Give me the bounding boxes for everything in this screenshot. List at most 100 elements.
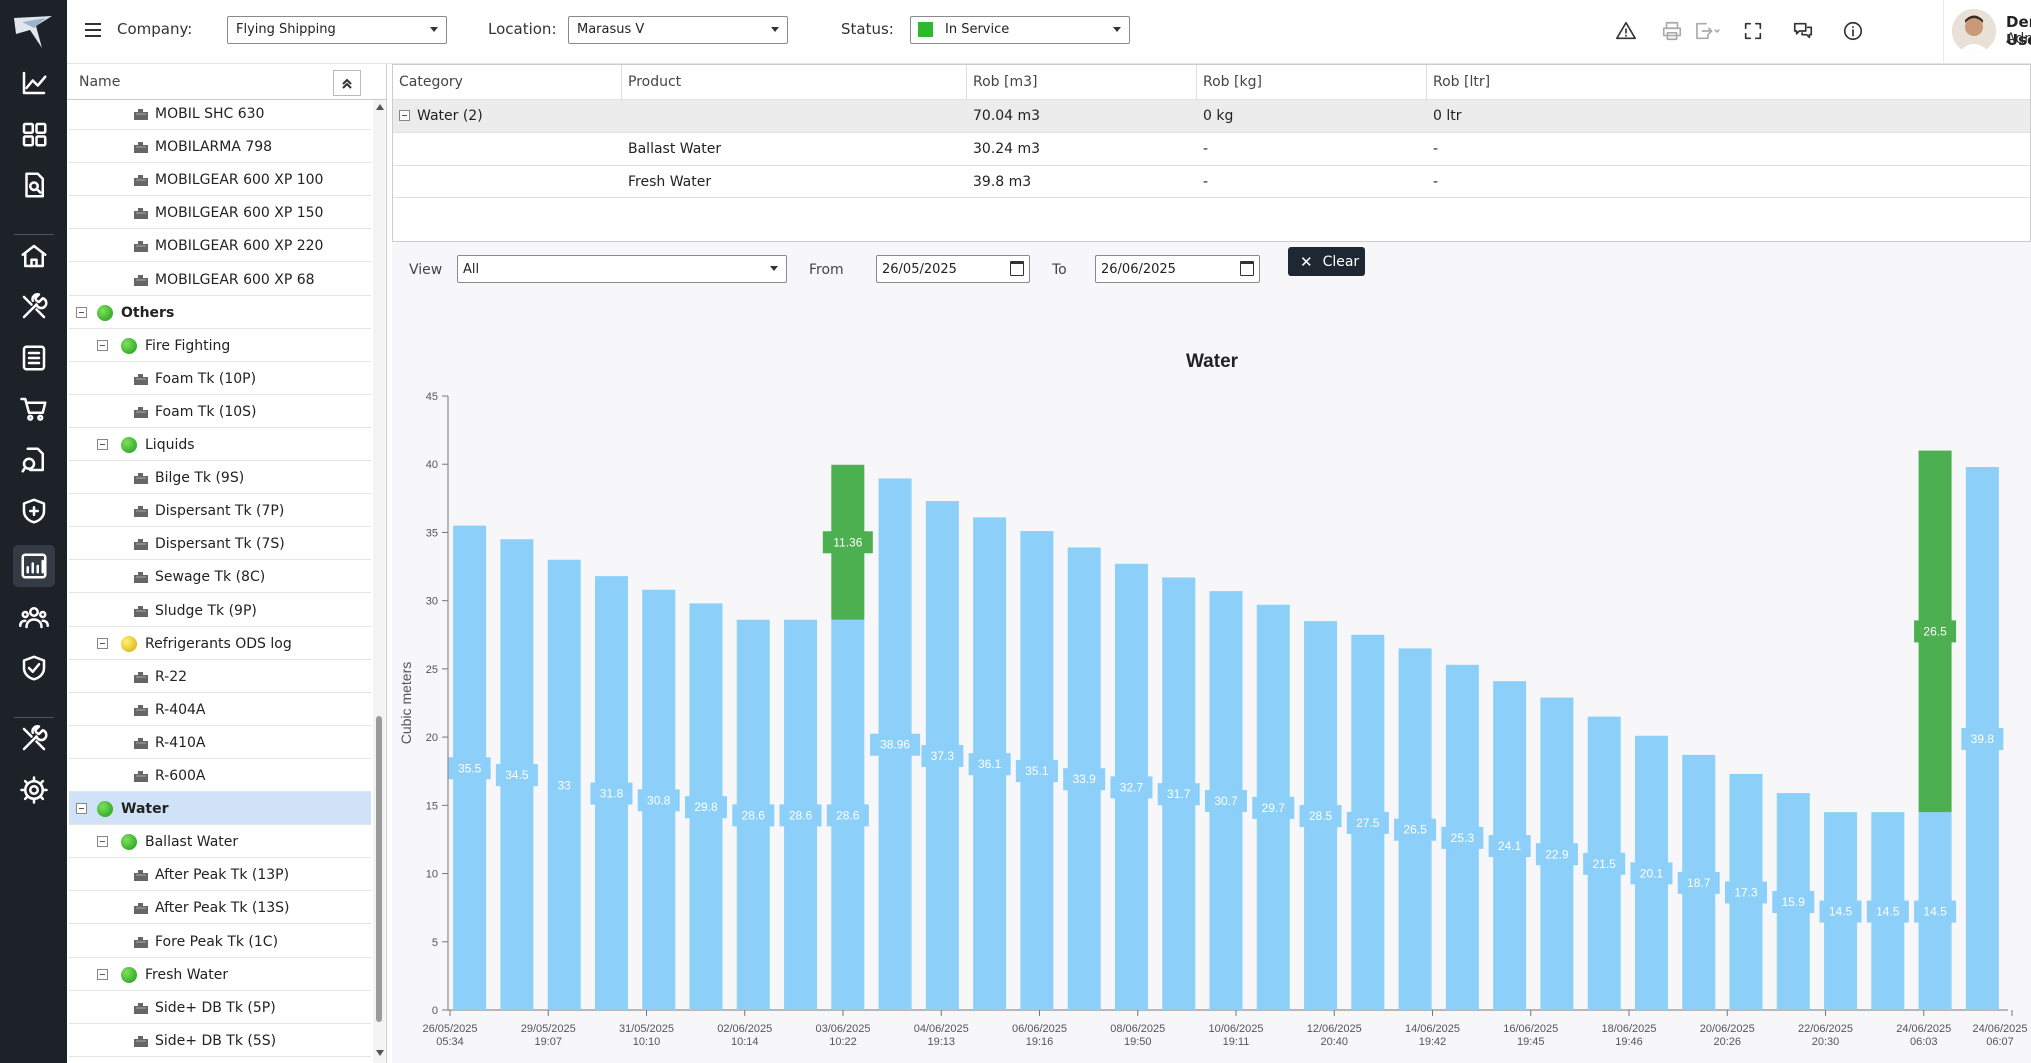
tree-item[interactable]: After Peak Tk (13S)	[69, 891, 371, 925]
compliance-icon[interactable]	[13, 647, 55, 689]
cell-rob-kg: -	[1203, 141, 1209, 157]
tree-group-fire-fighting[interactable]: Fire Fighting	[69, 329, 371, 362]
group-rob-ltr: 0 ltr	[1433, 108, 1462, 124]
tree-item[interactable]: Dispersant Tk (7S)	[69, 527, 371, 561]
tree-item-label: MOBIL SHC 630	[155, 106, 265, 122]
tree-group-ballast-water[interactable]: Ballast Water	[69, 825, 371, 859]
column-header-product[interactable]: Product	[622, 65, 967, 99]
collapse-all-button[interactable]	[333, 70, 361, 96]
fullscreen-icon[interactable]	[1740, 18, 1766, 44]
tree-item[interactable]: MOBILGEAR 600 XP 100	[69, 163, 371, 197]
tree-item[interactable]: After Peak Tk (13P)	[69, 858, 371, 892]
tree-item[interactable]: Foam Tk (10P)	[69, 362, 371, 395]
nav-divider	[14, 234, 54, 235]
reports-icon[interactable]	[13, 545, 55, 587]
column-header-category[interactable]: Category	[393, 65, 622, 99]
safety-icon[interactable]	[13, 490, 55, 532]
tree-item[interactable]: Sewage Tk (8C)	[69, 560, 371, 594]
table-row[interactable]: Fresh Water 39.8 m3 - -	[393, 165, 2030, 198]
x-tick-time: 19:11	[1223, 1036, 1250, 1048]
collapse-icon[interactable]	[76, 803, 87, 815]
tree-item[interactable]: Bilge Tk (9S)	[69, 461, 371, 495]
bar-value-label: 36.1	[978, 757, 1002, 771]
from-date-input[interactable]: 26/05/2025	[876, 255, 1030, 283]
company-select[interactable]: Flying Shipping	[227, 16, 447, 44]
tank-icon	[133, 239, 149, 253]
table-row[interactable]: Ballast Water 30.24 m3 - -	[393, 132, 2030, 165]
tools-icon[interactable]	[13, 718, 55, 760]
tree-item-label: Fore Peak Tk (1C)	[155, 933, 279, 950]
tree-item[interactable]: MOBIL SHC 630	[69, 100, 371, 130]
tree-group-others[interactable]: Others	[69, 296, 371, 329]
chat-icon[interactable]	[1790, 18, 1816, 44]
maintenance-icon[interactable]	[13, 286, 55, 328]
scrollbar-thumb[interactable]	[376, 716, 382, 1022]
tree-item[interactable]: MOBILGEAR 600 XP 68	[69, 263, 371, 296]
user-menu[interactable]: Demo User Admin	[1943, 0, 2031, 62]
location-select[interactable]: Marasus V	[568, 16, 788, 44]
tree-item[interactable]: Foam Tk (10S)	[69, 395, 371, 428]
hamburger-menu-icon[interactable]	[85, 23, 101, 37]
collapse-icon[interactable]	[97, 439, 108, 450]
tree-item[interactable]: MOBILGEAR 600 XP 150	[69, 196, 371, 230]
info-icon[interactable]	[1840, 18, 1866, 44]
chevron-down-icon	[1113, 27, 1121, 32]
alerts-warning-icon[interactable]	[1613, 18, 1639, 44]
collapse-icon[interactable]	[97, 836, 108, 848]
tree-item[interactable]: Sludge Tk (9P)	[69, 594, 371, 627]
tree-item[interactable]: Fore Peak Tk (1C)	[69, 925, 371, 958]
tree-item[interactable]: R-410A	[69, 726, 371, 759]
tank-icon	[133, 604, 149, 618]
clear-button[interactable]: ✕ Clear	[1288, 247, 1365, 276]
bar-value-label: 29.7	[1262, 801, 1286, 815]
tree-group-water[interactable]: Water	[69, 792, 371, 826]
x-tick-time: 05:34	[436, 1036, 464, 1048]
document-search-icon[interactable]	[13, 164, 55, 206]
view-select[interactable]: All	[457, 255, 787, 283]
tree-group-liquids[interactable]: Liquids	[69, 428, 371, 461]
y-tick-label: 10	[426, 869, 438, 881]
inventory-icon[interactable]	[13, 439, 55, 481]
analytics-icon[interactable]	[13, 62, 55, 104]
tree-item[interactable]: R-600A	[69, 759, 371, 792]
print-icon[interactable]	[1659, 18, 1685, 44]
column-header-rob-kg[interactable]: Rob [kg]	[1197, 65, 1427, 99]
x-tick-date: 20/06/2025	[1700, 1023, 1755, 1035]
collapse-group-icon[interactable]	[399, 110, 410, 121]
checklist-icon[interactable]	[13, 337, 55, 379]
collapse-icon[interactable]	[97, 637, 108, 649]
tree-group-refrigerants-ods-log[interactable]: Refrigerants ODS log	[69, 627, 371, 660]
tree-group-fresh-water[interactable]: Fresh Water	[69, 958, 371, 991]
status-select[interactable]: In Service	[910, 16, 1130, 44]
column-header-rob-m3[interactable]: Rob [m3]	[967, 65, 1197, 99]
collapse-icon[interactable]	[97, 968, 108, 980]
collapse-icon[interactable]	[76, 306, 87, 318]
app-logo[interactable]	[12, 12, 56, 52]
export-icon[interactable]	[1687, 18, 1727, 44]
tree-item[interactable]: Side+ DB Tk (5S)	[69, 1024, 371, 1057]
home-icon[interactable]	[13, 235, 55, 277]
tree-item[interactable]: MOBILARMA 798	[69, 130, 371, 164]
tree-scrollbar[interactable]	[373, 100, 385, 1063]
name-column-header[interactable]: Name	[79, 74, 120, 90]
tree-item[interactable]: Side+ DB Tk (5P)	[69, 991, 371, 1024]
tree-item[interactable]: R-22	[69, 660, 371, 693]
tree-item[interactable]: MOBILGEAR 600 XP 220	[69, 229, 371, 263]
scroll-up-arrow[interactable]	[376, 104, 384, 110]
column-header-rob-ltr[interactable]: Rob [ltr]	[1427, 65, 2030, 99]
dashboard-icon[interactable]	[13, 113, 55, 155]
bar-value-label: 31.8	[600, 787, 624, 801]
collapse-icon[interactable]	[97, 339, 108, 351]
settings-icon[interactable]	[13, 769, 55, 811]
table-row-group[interactable]: Water (2) 70.04 m3 0 kg 0 ltr	[393, 99, 2030, 132]
tree-item[interactable]: R-404A	[69, 693, 371, 726]
scroll-down-arrow[interactable]	[376, 1050, 384, 1056]
cart-icon[interactable]	[13, 388, 55, 430]
tree-item[interactable]: Dispersant Tk (7P)	[69, 494, 371, 528]
crew-icon[interactable]	[13, 596, 55, 638]
calendar-icon[interactable]	[1240, 261, 1254, 276]
calendar-icon[interactable]	[1010, 261, 1024, 276]
to-date-input[interactable]: 26/06/2025	[1095, 255, 1260, 283]
chevron-down-icon	[430, 27, 438, 32]
tank-icon	[133, 273, 149, 287]
